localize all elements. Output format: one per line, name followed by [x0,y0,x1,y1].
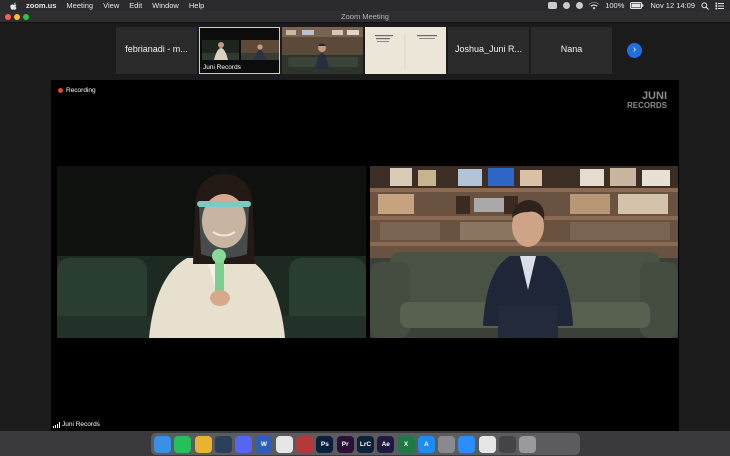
chrome-icon[interactable] [194,435,212,453]
active-speaker-view[interactable]: Recording JUNI RECORDS Juni Records [51,80,679,431]
participant-tile[interactable]: Joshua_Juni R... [448,27,529,74]
discord-icon[interactable] [235,435,253,453]
speaker-video-left [57,166,366,338]
signal-strength-icon [53,421,60,428]
lightroom-classic-icon[interactable]: LrC [356,435,374,453]
photo-booth-icon[interactable] [296,435,314,453]
clock[interactable]: Nov 12 14:09 [650,1,695,10]
participant-tile[interactable]: febrianadi - m... [116,27,197,74]
excel-icon[interactable]: X [397,435,415,453]
word-icon[interactable]: W [255,435,273,453]
meeting-client-area: febrianadi - m... Juni Records Joshua_Ju… [0,23,730,431]
after-effects-icon[interactable]: Ae [377,435,395,453]
photoshop-icon[interactable]: Ps [316,435,334,453]
premiere-icon[interactable]: Pr [336,435,354,453]
search-icon[interactable] [701,1,709,10]
video-frame [57,166,366,338]
window-title-bar: Zoom Meeting [0,11,730,23]
itunes-icon[interactable] [478,435,496,453]
participant-tile[interactable]: Nana [531,27,612,74]
zoom-icon[interactable] [458,435,476,453]
notes-icon[interactable] [275,435,293,453]
macos-dock-area: W Ps Pr LrC Ae X A [0,431,730,456]
menu-window[interactable]: Window [152,1,179,10]
screenshot-icon[interactable] [499,435,517,453]
participant-tile-active-speaker[interactable]: Juni Records [199,27,280,74]
participant-name: Nana [560,44,583,54]
menu-meeting[interactable]: Meeting [66,1,93,10]
status-tray: 100% Nov 12 14:09 [548,0,724,11]
record-dot-icon [58,88,63,93]
menu-help[interactable]: Help [189,1,204,10]
participant-name: febrianadi - m... [125,44,188,54]
active-speaker-label: Juni Records [53,421,100,428]
participant-tile[interactable] [282,27,363,74]
participant-tile[interactable] [365,27,446,74]
macos-dock: W Ps Pr LrC Ae X A [151,433,580,455]
steam-icon[interactable] [214,435,232,453]
trash-icon[interactable] [519,435,537,453]
whatsapp-icon[interactable] [174,435,192,453]
chevron-right-icon: › [632,44,637,55]
video-frame [370,166,678,338]
control-center-icon[interactable] [715,2,724,10]
recording-indicator[interactable]: Recording [58,87,96,94]
speaker-name: Juni Records [62,421,100,428]
screen-record-icon[interactable] [576,2,584,9]
macos-menu-bar: zoom.us Meeting View Edit Window Help 10… [0,0,730,11]
next-page-button[interactable]: › [627,43,642,58]
speaker-video-right [370,166,678,338]
participant-gallery-strip: febrianadi - m... Juni Records Joshua_Ju… [116,27,612,74]
battery-icon[interactable] [630,2,644,9]
wifi-icon[interactable] [589,1,600,10]
participant-video-thumbnail [365,27,446,74]
app-store-icon[interactable]: A [417,435,435,453]
participant-caption: Juni Records [203,64,241,71]
menu-edit[interactable]: Edit [129,1,142,10]
participant-name: Joshua_Juni R... [454,44,523,54]
window-title: Zoom Meeting [341,12,389,21]
menu-view[interactable]: View [103,1,119,10]
apple-icon[interactable] [10,2,18,10]
recording-label: Recording [66,87,96,94]
finder-icon[interactable] [154,435,171,453]
participant-video-thumbnail [282,27,363,74]
zoom-tray-icon[interactable] [548,2,558,9]
menu-app-name[interactable]: zoom.us [26,1,56,10]
creative-cloud-icon[interactable] [563,2,571,9]
system-preferences-icon[interactable] [438,435,456,453]
battery-percent: 100% [605,1,625,10]
juni-records-watermark: JUNI RECORDS [626,90,667,111]
